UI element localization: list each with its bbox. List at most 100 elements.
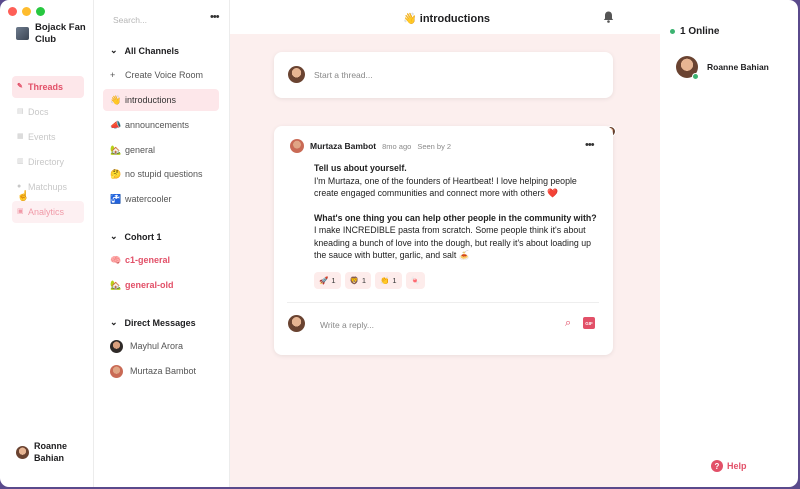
thread-options-icon[interactable]: ••• [585,139,595,151]
avatar [290,139,304,153]
search-input[interactable]: Search... [113,15,147,25]
channel-name: general-old [125,280,174,290]
gif-button[interactable]: GIF [583,317,595,329]
thread-header: Murtaza Bambot 8mo ago Seen by 2 [290,139,451,153]
paperclip-icon[interactable]: ⌕ [565,317,571,330]
channel-general[interactable]: 🏡 general [103,139,219,161]
nav-item-label: Matchups [28,182,68,192]
reaction-rocket[interactable]: 🚀 1 [314,272,341,289]
section-label: Cohort 1 [124,231,162,242]
channel-emoji: 🏡 [110,144,122,155]
reply-input[interactable]: Write a reply... [320,320,374,330]
nav-item-analytics[interactable]: ▣ Analytics [12,201,84,223]
reaction-emoji: 🦁 [349,276,359,285]
dm-mayhul-arora[interactable]: Mayhul Arora [103,335,219,357]
channel-name: announcements [125,120,190,130]
more-options-icon[interactable]: ••• [210,11,220,23]
bell-icon[interactable] [603,11,614,23]
online-member[interactable]: Roanne Bahian [676,56,769,80]
dm-name: Murtaza Bambot [130,366,197,376]
add-reaction-button[interactable]: 🍬 [405,272,425,289]
reaction-emoji: 👏 [380,276,390,285]
create-voice-label: Create Voice Room [125,70,204,80]
section-direct-messages[interactable]: ⌄ Direct Messages [110,317,196,328]
channel-emoji: 📣 [110,119,122,130]
page-title: 👋 introductions [403,12,490,25]
nav-item-label: Events [28,132,56,142]
reaction-lion[interactable]: 🦁 1 [344,272,372,289]
primary-nav: Bojack Fan Club ✎ Threads ▤ Docs ▦ Event… [0,0,94,487]
reaction-count: 1 [392,276,397,285]
pointer-cursor-icon: ☝ [17,191,30,202]
club-name: Bojack Fan Club [35,22,86,45]
channel-name: introductions [125,95,177,105]
channel-announcements[interactable]: 📣 announcements [103,114,219,136]
start-thread-input[interactable]: Start a thread... [314,70,373,80]
channel-emoji: 🏡 [110,279,122,290]
channel-watercooler[interactable]: 🚰 watercooler [103,188,219,210]
dm-name: Mayhul Arora [130,341,184,351]
help-button[interactable]: ? Help [711,460,747,472]
channel-name: watercooler [125,194,172,204]
divider [287,302,599,303]
answer-1: I'm Murtaza, one of the founders of Hear… [314,175,577,199]
create-voice-room-button[interactable]: + Create Voice Room [103,64,219,86]
section-label: All Channels [124,45,180,56]
section-all-channels[interactable]: ⌄ All Channels [110,45,179,56]
thread-card: Murtaza Bambot 8mo ago Seen by 2 ••• Tel… [274,126,613,355]
online-dot-icon [670,29,675,34]
reaction-count: 1 [331,276,336,285]
current-user[interactable]: Roanne Bahian [16,440,74,464]
current-user-name: Roanne Bahian [34,441,68,463]
reaction-count: 1 [361,276,367,285]
chevron-down-icon: ⌄ [110,45,118,55]
nav-item-threads[interactable]: ✎ Threads [12,76,84,98]
document-icon: ▤ [17,108,24,115]
calendar-icon: ▦ [17,133,24,140]
channel-c1-general[interactable]: 🧠 c1-general [103,249,219,271]
member-name: Roanne Bahian [707,62,769,72]
help-icon: ? [711,460,723,472]
section-cohort-1[interactable]: ⌄ Cohort 1 [110,231,162,242]
channel-emoji: 👋 [110,94,122,105]
avatar [288,66,305,83]
answer-2: I make INCREDIBLE pasta from scratch. So… [314,225,592,260]
chevron-down-icon: ⌄ [110,317,118,327]
channel-no-stupid-questions[interactable]: 🤔 no stupid questions [103,163,219,185]
thread-body: Tell us about yourself. I'm Murtaza, one… [314,162,599,262]
section-label: Direct Messages [124,317,196,328]
nav-item-events[interactable]: ▦ Events [12,126,84,148]
member-avatar-wrap [676,56,699,80]
channel-sidebar: Search... ••• ⌄ All Channels + Create Vo… [94,0,230,487]
nav-item-label: Docs [28,107,49,117]
nav-item-docs[interactable]: ▤ Docs [12,101,84,123]
channel-introductions[interactable]: 👋 introductions [103,89,219,111]
online-status-icon [692,73,699,80]
reaction-emoji: 🚀 [319,276,329,285]
seen-by[interactable]: Seen by 2 [417,142,451,151]
question-1: Tell us about yourself. [314,163,407,173]
nav-item-label: Analytics [28,207,65,217]
channel-emoji: 🚰 [110,193,122,204]
new-thread-composer[interactable]: Start a thread... [274,52,613,98]
channel-name: general [125,145,156,155]
club-header[interactable]: Bojack Fan Club [16,22,91,46]
matchups-icon: ● [17,183,22,190]
channel-name: no stupid questions [125,169,203,179]
nav-items: ✎ Threads ▤ Docs ▦ Events ▥ Directory ● … [12,76,84,226]
reaction-clap[interactable]: 👏 1 [375,272,402,289]
online-label: 1 Online [680,26,720,37]
nav-item-directory[interactable]: ▥ Directory [12,151,84,173]
channel-title: introductions [419,13,491,25]
channel-emoji: 👋 [403,13,417,25]
author-name[interactable]: Murtaza Bambot [310,141,376,151]
nav-item-label: Directory [28,157,65,167]
channel-general-old[interactable]: 🏡 general-old [103,274,219,296]
question-2: What's one thing you can help other peop… [314,212,597,223]
avatar [16,445,29,459]
dm-murtaza-bambot[interactable]: Murtaza Bambot [103,360,219,382]
avatar [110,339,123,353]
thread-feed: Start a thread... Murtaza Bambot 8mo ago… [230,34,660,487]
reaction-emoji: 🍬 [410,276,420,285]
online-count: 1 Online [670,26,719,37]
